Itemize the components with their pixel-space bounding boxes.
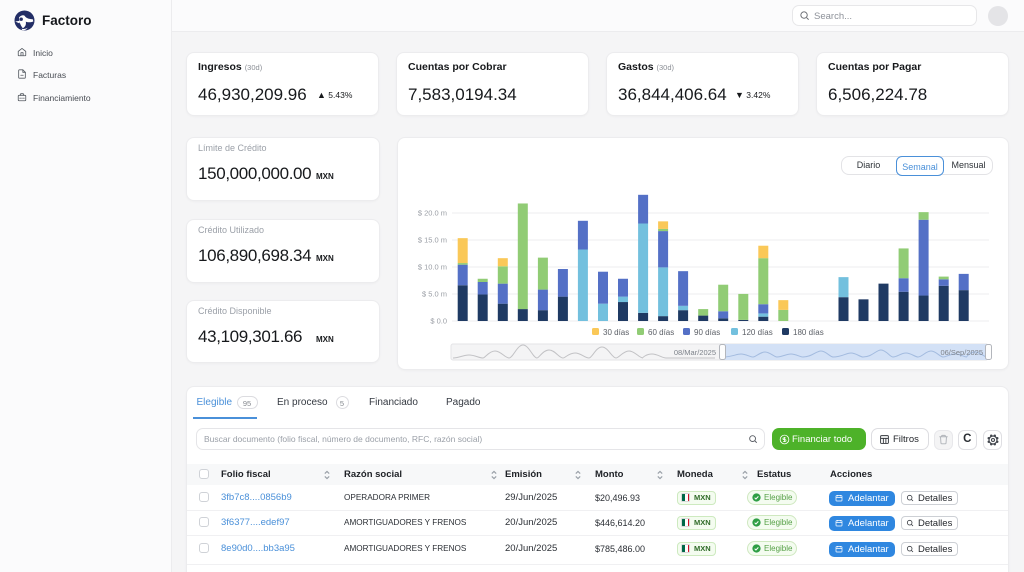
svg-text:30 días: 30 días [603, 328, 629, 337]
svg-text:180 días: 180 días [793, 328, 824, 337]
svg-text:60 días: 60 días [648, 328, 674, 337]
svg-text:$ 5.0 m: $ 5.0 m [422, 290, 447, 299]
svg-text:$ 0.0: $ 0.0 [430, 317, 447, 326]
svg-text:$ 20.0 m: $ 20.0 m [418, 209, 447, 218]
svg-text:$ 10.0 m: $ 10.0 m [418, 263, 447, 272]
svg-text:06/Sep/2025: 06/Sep/2025 [940, 348, 983, 357]
svg-text:08/Mar/2025: 08/Mar/2025 [674, 348, 716, 357]
svg-text:90 días: 90 días [694, 328, 720, 337]
svg-text:120 días: 120 días [742, 328, 773, 337]
svg-text:$ 15.0 m: $ 15.0 m [418, 236, 447, 245]
